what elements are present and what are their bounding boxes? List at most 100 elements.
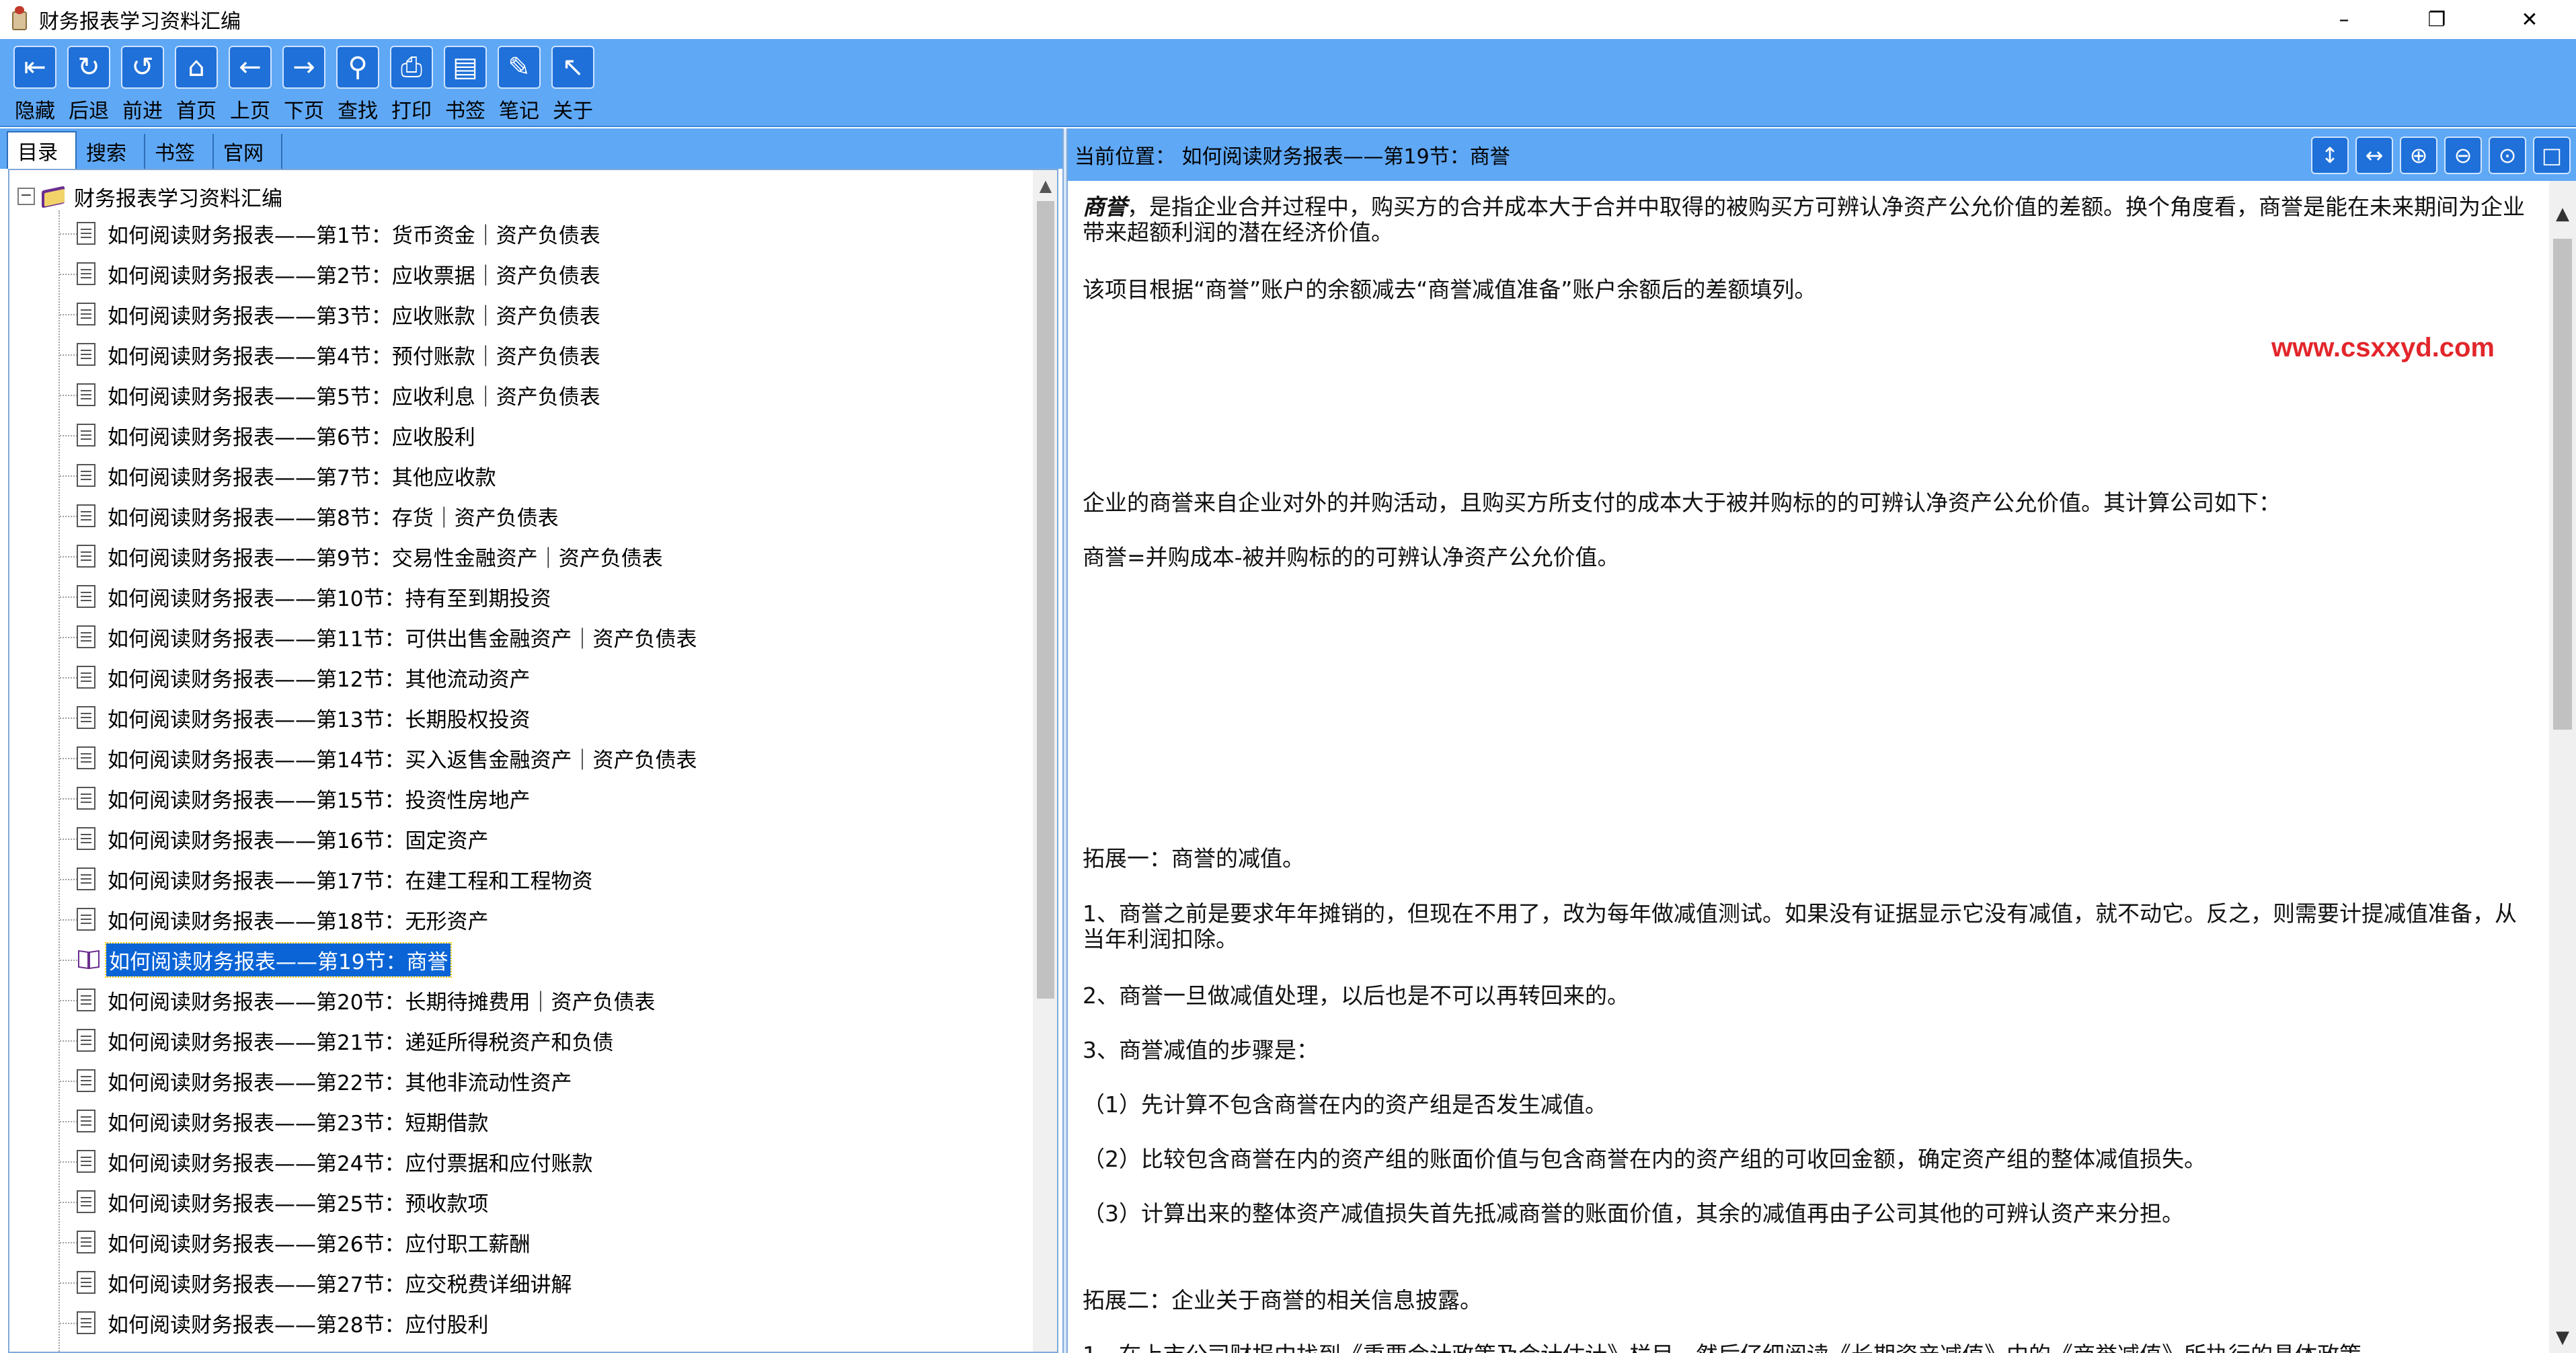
tree-item[interactable]: 如何阅读财务报表——第22节：其他非流动性资产 — [9, 1060, 1018, 1101]
tree-branch-line — [60, 475, 77, 477]
tree-item[interactable]: 如何阅读财务报表——第14节：买入返售金融资产｜资产负债表 — [9, 738, 1018, 778]
title-bar: 财务报表学习资料汇编 – ❐ ✕ — [0, 0, 2576, 39]
tree-item[interactable]: 如何阅读财务报表——第8节：存货｜资产负债表 — [9, 496, 1018, 536]
tab-bookmarks[interactable]: 书签 — [145, 134, 214, 169]
tree-item-label: 如何阅读财务报表——第10节：持有至到期投资 — [108, 586, 551, 611]
tree-item-label: 如何阅读财务报表——第15节：投资性房地产 — [108, 788, 531, 813]
tree-item-label: 如何阅读财务报表——第8节：存货｜资产负债表 — [108, 506, 559, 531]
tab-search[interactable]: 搜索 — [77, 134, 145, 169]
tree-item[interactable]: 如何阅读财务报表——第10节：持有至到期投资 — [9, 576, 1018, 617]
tree-branch-line — [60, 677, 77, 679]
tree-item[interactable]: 如何阅读财务报表——第13节：长期股权投资 — [9, 697, 1018, 738]
toolbar-label: 首页 — [176, 100, 217, 123]
tree-item[interactable]: 如何阅读财务报表——第11节：可供出售金融资产｜资产负债表 — [9, 617, 1018, 657]
document-icon — [77, 746, 95, 769]
toolbar-prev-page-button[interactable]: ← 上页 — [223, 39, 277, 127]
tree-item[interactable]: 如何阅读财务报表——第26节：应付职工薪酬 — [9, 1222, 1018, 1262]
toolbar-label: 后退 — [69, 100, 109, 123]
toolbar-forward-button[interactable]: ↺ 前进 — [116, 39, 169, 127]
window-controls: – ❐ ✕ — [2298, 0, 2576, 39]
tree-item[interactable]: 如何阅读财务报表——第3节：应收账款｜资产负债表 — [9, 294, 1018, 334]
toolbar-home-button[interactable]: ⌂ 首页 — [169, 39, 223, 127]
tree-root-node[interactable]: − 财务报表学习资料汇编 — [17, 180, 282, 213]
tree-branch-line — [60, 1040, 77, 1042]
content-scroll-thumb[interactable] — [2553, 239, 2572, 730]
tree-item-label: 如何阅读财务报表——第11节：可供出售金融资产｜资产负债表 — [108, 627, 697, 652]
toolbar-about-button[interactable]: ↖ 关于 — [546, 39, 600, 127]
collapse-icon[interactable]: − — [17, 188, 35, 205]
tree-item-label: 如何阅读财务报表——第19节：商誉 — [104, 941, 453, 978]
tree-branch-line — [60, 839, 77, 840]
fullscreen-icon[interactable]: □ — [2533, 137, 2571, 174]
tree-branch-line — [60, 1081, 77, 1082]
document-icon — [77, 545, 95, 568]
zoom-in-icon[interactable]: ⊕ — [2400, 137, 2437, 174]
zoom-reset-icon[interactable]: ⊙ — [2489, 137, 2526, 174]
document-icon — [77, 1069, 95, 1092]
tree-branch-line — [60, 1282, 77, 1284]
restore-button[interactable]: ❐ — [2390, 0, 2483, 39]
tree-item[interactable]: 如何阅读财务报表——第12节：其他流动资产 — [9, 657, 1018, 697]
tab-contents[interactable]: 目录 — [7, 131, 77, 169]
toolbar-print-button[interactable]: ⎙ 打印 — [385, 39, 438, 127]
tree-item-label: 如何阅读财务报表——第24节：应付票据和应付账款 — [108, 1151, 593, 1176]
tree-item[interactable]: 如何阅读财务报表——第25节：预收款项 — [9, 1182, 1018, 1222]
tree-item-label: 如何阅读财务报表——第1节：货币资金｜资产负债表 — [108, 223, 600, 248]
tree-item[interactable]: 如何阅读财务报表——第16节：固定资产 — [9, 818, 1018, 859]
toolbar-search-button[interactable]: ⚲ 查找 — [331, 39, 385, 127]
document-icon — [77, 1271, 95, 1294]
scroll-up-arrow-icon[interactable]: ▲ — [2549, 198, 2576, 229]
back-refresh-icon: ↻ — [67, 46, 110, 89]
tree-item-label: 如何阅读财务报表——第2节：应收票据｜资产负债表 — [108, 264, 600, 288]
toolbar-note-button[interactable]: ✎ 笔记 — [492, 39, 546, 127]
tree-item[interactable]: 如何阅读财务报表——第28节：应付股利 — [9, 1303, 1018, 1343]
tree-item[interactable]: 如何阅读财务报表——第18节：无形资产 — [9, 899, 1018, 939]
document-icon — [77, 867, 95, 890]
document-icon — [77, 1150, 95, 1173]
tree-scrollbar[interactable]: ▲ — [1033, 170, 1057, 1352]
tab-website[interactable]: 官网 — [214, 134, 282, 169]
tree-item[interactable]: 如何阅读财务报表——第19节：商誉 — [9, 939, 1018, 980]
zoom-out-icon[interactable]: ⊖ — [2444, 137, 2482, 174]
document-icon — [77, 1231, 95, 1253]
toolbar-next-page-button[interactable]: → 下页 — [277, 39, 331, 127]
tree-item[interactable]: 如何阅读财务报表——第23节：短期借款 — [9, 1101, 1018, 1141]
tree-item-label: 如何阅读财务报表——第25节：预收款项 — [108, 1192, 489, 1216]
tree-item-label: 如何阅读财务报表——第18节：无形资产 — [108, 909, 489, 934]
fit-height-icon[interactable]: ↕ — [2311, 137, 2349, 174]
fit-width-icon[interactable]: ↔ — [2355, 137, 2393, 174]
tree-item[interactable]: 如何阅读财务报表——第15节：投资性房地产 — [9, 778, 1018, 818]
toolbar-hide-button[interactable]: ⇤ 隐藏 — [8, 39, 62, 127]
toolbar-back-button[interactable]: ↻ 后退 — [62, 39, 116, 127]
scroll-down-arrow-icon[interactable]: ▼ — [2549, 1322, 2576, 1353]
tree-item[interactable]: 如何阅读财务报表——第5节：应收利息｜资产负债表 — [9, 375, 1018, 415]
tree-item-label: 如何阅读财务报表——第17节：在建工程和工程物资 — [108, 869, 593, 894]
pane-splitter[interactable] — [1062, 128, 1068, 1353]
arrow-left-icon: ← — [229, 46, 272, 89]
content-scrollbar[interactable]: ▲ ▼ — [2549, 181, 2576, 1353]
tree-item[interactable]: 如何阅读财务报表——第24节：应付票据和应付账款 — [9, 1141, 1018, 1182]
tree-branch-line — [60, 516, 77, 517]
close-button[interactable]: ✕ — [2483, 0, 2576, 39]
tree-item[interactable]: 如何阅读财务报表——第17节：在建工程和工程物资 — [9, 859, 1018, 899]
tree-item[interactable]: 如何阅读财务报表——第1节：货币资金｜资产负债表 — [9, 213, 1018, 254]
tree-item[interactable]: 如何阅读财务报表——第21节：递延所得税资产和负债 — [9, 1020, 1018, 1060]
tree-item-label: 如何阅读财务报表——第6节：应收股利 — [108, 425, 475, 450]
view-tools: ↕ ↔ ⊕ ⊖ ⊙ □ — [2304, 137, 2571, 174]
tree-item[interactable]: 如何阅读财务报表——第7节：其他应收款 — [9, 455, 1018, 496]
tree-item[interactable]: 如何阅读财务报表——第4节：预付账款｜资产负债表 — [9, 334, 1018, 375]
tree-item[interactable]: 如何阅读财务报表——第9节：交易性金融资产｜资产负债表 — [9, 536, 1018, 576]
tree-item[interactable]: 如何阅读财务报表——第27节：应交税费详细讲解 — [9, 1262, 1018, 1303]
tree-item[interactable]: 如何阅读财务报表——第20节：长期待摊费用｜资产负债表 — [9, 980, 1018, 1020]
paragraph-step3: （3）计算出来的整体资产减值损失首先抵减商誉的账面价值，其余的减值再由子公司其他… — [1083, 1200, 2184, 1227]
tree-branch-line — [60, 1121, 77, 1122]
toolbar-label: 打印 — [391, 100, 432, 123]
tree-item-label: 如何阅读财务报表——第27节：应交税费详细讲解 — [108, 1272, 572, 1297]
scroll-up-arrow-icon[interactable]: ▲ — [1033, 170, 1057, 201]
tree-scroll-thumb[interactable] — [1037, 201, 1054, 999]
paragraph-step2: （2）比较包含商誉在内的资产组的账面价值与包含商誉在内的资产组的可收回金额，确定… — [1083, 1146, 2206, 1172]
toolbar-bookmark-button[interactable]: ▤ 书签 — [438, 39, 492, 127]
tree-item[interactable]: 如何阅读财务报表——第2节：应收票据｜资产负债表 — [9, 254, 1018, 294]
minimize-button[interactable]: – — [2298, 0, 2390, 39]
tree-item[interactable]: 如何阅读财务报表——第6节：应收股利 — [9, 415, 1018, 455]
